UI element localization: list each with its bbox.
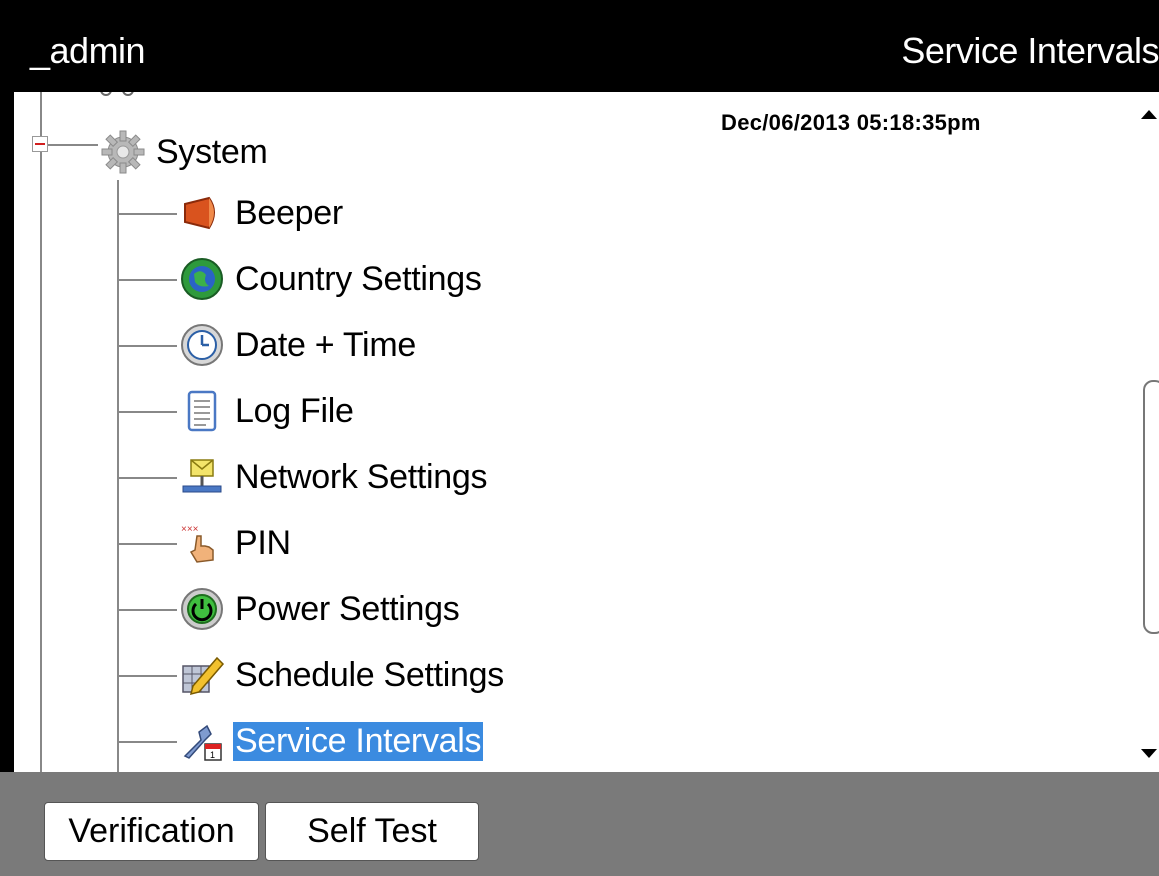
network-icon xyxy=(177,452,227,502)
scroll-down-arrow-icon[interactable] xyxy=(1141,749,1157,758)
hand-pointer-icon: ××× xyxy=(177,518,227,568)
tree-node-power-settings[interactable]: Power Settings xyxy=(177,579,461,639)
tree-node-label: Beeper xyxy=(235,193,343,232)
user-name: _admin xyxy=(30,30,146,71)
tree-child-line xyxy=(117,180,119,772)
timestamp: Dec/06/2013 05:18:35pm xyxy=(721,110,981,135)
tree-connector xyxy=(117,213,177,215)
tree-connector xyxy=(117,345,177,347)
scroll-thumb[interactable] xyxy=(1143,380,1159,634)
tree-node-system[interactable]: System xyxy=(98,122,270,182)
tree-connector xyxy=(117,279,177,281)
wrench-calendar-icon: 1 xyxy=(177,716,227,766)
globe-icon xyxy=(177,254,227,304)
title-bar: _admin Service Intervals xyxy=(0,0,1159,92)
tree-node-label: PIN xyxy=(235,523,291,562)
clock-icon xyxy=(177,320,227,370)
tree-root-line xyxy=(40,92,42,772)
tree-connector xyxy=(117,675,177,677)
screen-title: Service Intervals xyxy=(901,30,1159,71)
collapse-toggle[interactable] xyxy=(32,136,48,152)
tree-node-date-time[interactable]: Date + Time xyxy=(177,315,418,375)
verification-button[interactable]: Verification xyxy=(44,802,259,861)
tree-node-label: Network Settings xyxy=(235,457,488,496)
tree-node-label: Schedule Settings xyxy=(235,655,504,694)
bottom-toolbar: Verification Self Test xyxy=(0,772,1159,876)
scroll-up-arrow-icon[interactable] xyxy=(1141,110,1157,119)
tree-node-label: System xyxy=(156,132,268,171)
tree-connector xyxy=(117,543,177,545)
settings-tree-panel: System Beeper Country Settings Date + Ti… xyxy=(14,92,1159,772)
tree-connector xyxy=(117,411,177,413)
tree-node-label: Country Settings xyxy=(235,259,482,298)
tree-node-label: Date + Time xyxy=(235,325,416,364)
vertical-scrollbar[interactable] xyxy=(1137,92,1159,772)
tree-node-beeper[interactable]: Beeper xyxy=(177,183,345,243)
tree-node-service-intervals[interactable]: 1 Service Intervals xyxy=(177,711,484,771)
tree-node-label: Power Settings xyxy=(235,589,460,628)
tree-connector xyxy=(117,741,177,743)
tree-connector xyxy=(117,609,177,611)
tree-node-pin[interactable]: ××× PIN xyxy=(177,513,293,573)
self-test-button[interactable]: Self Test xyxy=(265,802,479,861)
tree-node-schedule-settings[interactable]: Schedule Settings xyxy=(177,645,506,705)
svg-text:1: 1 xyxy=(210,750,215,760)
tree-connector xyxy=(117,477,177,479)
notepad-icon xyxy=(177,386,227,436)
tree-node-label: Log File xyxy=(235,391,354,430)
svg-text:×××: ××× xyxy=(181,524,199,535)
tree-node-country-settings[interactable]: Country Settings xyxy=(177,249,484,309)
beeper-icon xyxy=(177,188,227,238)
partial-node-icon xyxy=(98,92,138,100)
tree-connector xyxy=(48,144,98,146)
power-icon xyxy=(177,584,227,634)
tree-node-label: Service Intervals xyxy=(233,721,484,761)
schedule-pencil-icon xyxy=(177,650,227,700)
tree-node-network-settings[interactable]: Network Settings xyxy=(177,447,489,507)
gear-icon xyxy=(98,127,148,177)
tree-node-log-file[interactable]: Log File xyxy=(177,381,356,441)
